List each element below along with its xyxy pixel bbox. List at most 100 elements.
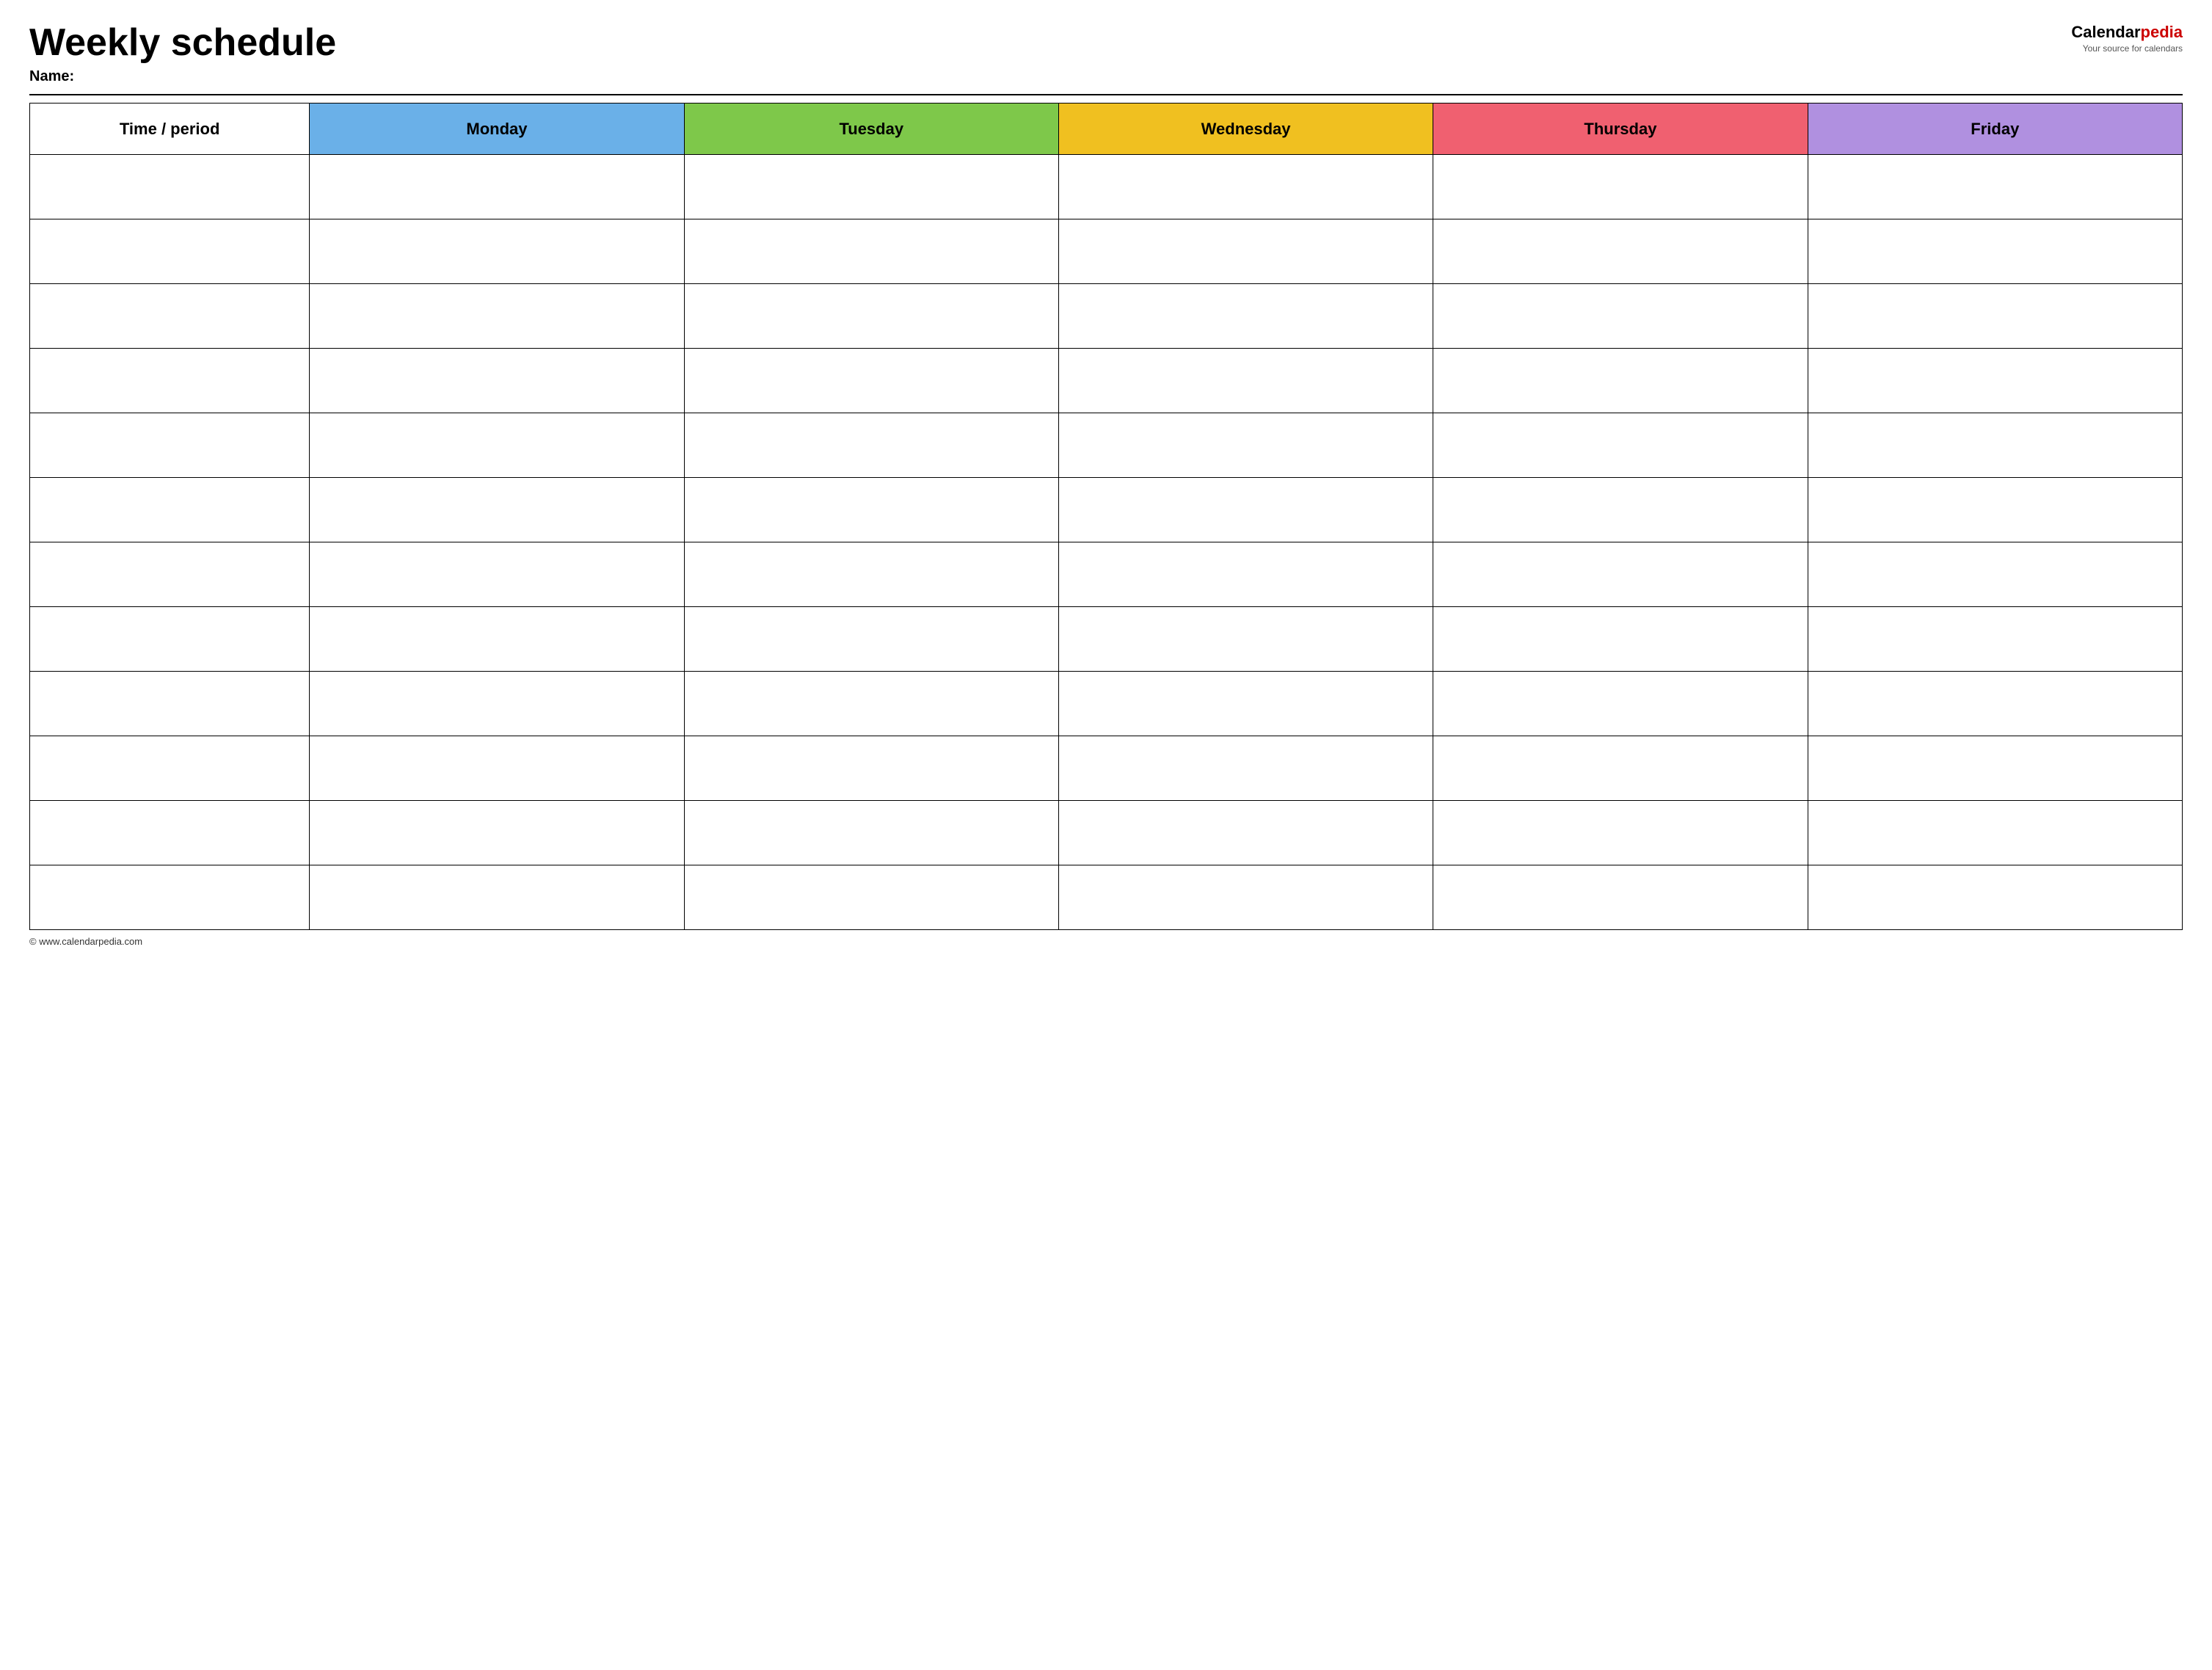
- schedule-table: Time / period Monday Tuesday Wednesday T…: [29, 103, 2183, 930]
- table-cell[interactable]: [684, 284, 1058, 349]
- table-cell[interactable]: [30, 607, 310, 672]
- table-row: [30, 607, 2183, 672]
- table-cell[interactable]: [1433, 349, 1808, 413]
- table-cell[interactable]: [684, 413, 1058, 478]
- table-cell[interactable]: [310, 219, 684, 284]
- table-cell[interactable]: [1433, 865, 1808, 930]
- copyright-text: © www.calendarpedia.com: [29, 936, 142, 947]
- table-cell[interactable]: [1058, 284, 1433, 349]
- table-cell[interactable]: [684, 801, 1058, 865]
- table-cell[interactable]: [1808, 607, 2182, 672]
- table-cell[interactable]: [1433, 219, 1808, 284]
- table-cell[interactable]: [310, 865, 684, 930]
- table-cell[interactable]: [684, 155, 1058, 219]
- table-cell[interactable]: [1433, 284, 1808, 349]
- table-cell[interactable]: [684, 349, 1058, 413]
- table-cell[interactable]: [684, 219, 1058, 284]
- table-row: [30, 801, 2183, 865]
- table-cell[interactable]: [30, 865, 310, 930]
- table-cell[interactable]: [1058, 413, 1433, 478]
- table-cell[interactable]: [1058, 672, 1433, 736]
- table-cell[interactable]: [684, 607, 1058, 672]
- header: Weekly schedule Name: Calendarpedia Your…: [29, 22, 2183, 85]
- table-cell[interactable]: [1058, 801, 1433, 865]
- header-thursday: Thursday: [1433, 104, 1808, 155]
- logo-text: Calendarpedia: [2071, 22, 2183, 43]
- table-cell[interactable]: [1433, 801, 1808, 865]
- table-cell[interactable]: [1433, 672, 1808, 736]
- table-cell[interactable]: [30, 542, 310, 607]
- logo-area: Calendarpedia Your source for calendars: [2071, 22, 2183, 54]
- table-cell[interactable]: [684, 542, 1058, 607]
- table-row: [30, 672, 2183, 736]
- table-cell[interactable]: [30, 478, 310, 542]
- table-cell[interactable]: [1058, 155, 1433, 219]
- table-cell[interactable]: [1433, 542, 1808, 607]
- table-cell[interactable]: [1808, 155, 2182, 219]
- table-cell[interactable]: [1058, 542, 1433, 607]
- table-cell[interactable]: [1433, 413, 1808, 478]
- table-cell[interactable]: [1433, 155, 1808, 219]
- table-cell[interactable]: [1808, 284, 2182, 349]
- table-cell[interactable]: [1433, 478, 1808, 542]
- table-cell[interactable]: [1808, 478, 2182, 542]
- table-cell[interactable]: [1058, 865, 1433, 930]
- table-cell[interactable]: [1058, 349, 1433, 413]
- table-cell[interactable]: [310, 349, 684, 413]
- table-cell[interactable]: [684, 736, 1058, 801]
- logo-pedia-part: pedia: [2141, 23, 2183, 41]
- table-cell[interactable]: [30, 284, 310, 349]
- table-cell[interactable]: [30, 155, 310, 219]
- table-cell[interactable]: [1058, 736, 1433, 801]
- table-cell[interactable]: [30, 413, 310, 478]
- table-cell[interactable]: [684, 865, 1058, 930]
- table-row: [30, 284, 2183, 349]
- table-cell[interactable]: [310, 736, 684, 801]
- table-cell[interactable]: [30, 801, 310, 865]
- table-cell[interactable]: [1058, 478, 1433, 542]
- header-time: Time / period: [30, 104, 310, 155]
- table-cell[interactable]: [1808, 219, 2182, 284]
- table-cell[interactable]: [30, 672, 310, 736]
- table-cell[interactable]: [1808, 349, 2182, 413]
- table-cell[interactable]: [1808, 865, 2182, 930]
- table-cell[interactable]: [310, 672, 684, 736]
- table-row: [30, 155, 2183, 219]
- table-cell[interactable]: [310, 155, 684, 219]
- table-cell[interactable]: [310, 413, 684, 478]
- title-area: Weekly schedule Name:: [29, 22, 336, 85]
- table-cell[interactable]: [310, 607, 684, 672]
- table-cell[interactable]: [30, 349, 310, 413]
- table-cell[interactable]: [1058, 607, 1433, 672]
- table-cell[interactable]: [1808, 542, 2182, 607]
- table-cell[interactable]: [30, 219, 310, 284]
- logo-subtitle: Your source for calendars: [2071, 43, 2183, 55]
- table-cell[interactable]: [1808, 801, 2182, 865]
- table-cell[interactable]: [1433, 736, 1808, 801]
- footer: © www.calendarpedia.com: [29, 936, 2183, 947]
- page-title: Weekly schedule: [29, 22, 336, 64]
- table-cell[interactable]: [1058, 219, 1433, 284]
- table-row: [30, 865, 2183, 930]
- table-cell[interactable]: [1433, 607, 1808, 672]
- table-cell[interactable]: [30, 736, 310, 801]
- table-body: [30, 155, 2183, 930]
- table-row: [30, 542, 2183, 607]
- table-row: [30, 413, 2183, 478]
- table-cell[interactable]: [310, 542, 684, 607]
- table-cell[interactable]: [310, 801, 684, 865]
- table-cell[interactable]: [1808, 413, 2182, 478]
- table-cell[interactable]: [684, 478, 1058, 542]
- table-cell[interactable]: [684, 672, 1058, 736]
- table-cell[interactable]: [310, 478, 684, 542]
- header-divider: [29, 94, 2183, 95]
- table-row: [30, 478, 2183, 542]
- table-cell[interactable]: [1808, 736, 2182, 801]
- table-cell[interactable]: [1808, 672, 2182, 736]
- header-monday: Monday: [310, 104, 684, 155]
- table-row: [30, 349, 2183, 413]
- header-wednesday: Wednesday: [1058, 104, 1433, 155]
- table-row: [30, 736, 2183, 801]
- page-wrapper: Weekly schedule Name: Calendarpedia Your…: [29, 22, 2183, 947]
- table-cell[interactable]: [310, 284, 684, 349]
